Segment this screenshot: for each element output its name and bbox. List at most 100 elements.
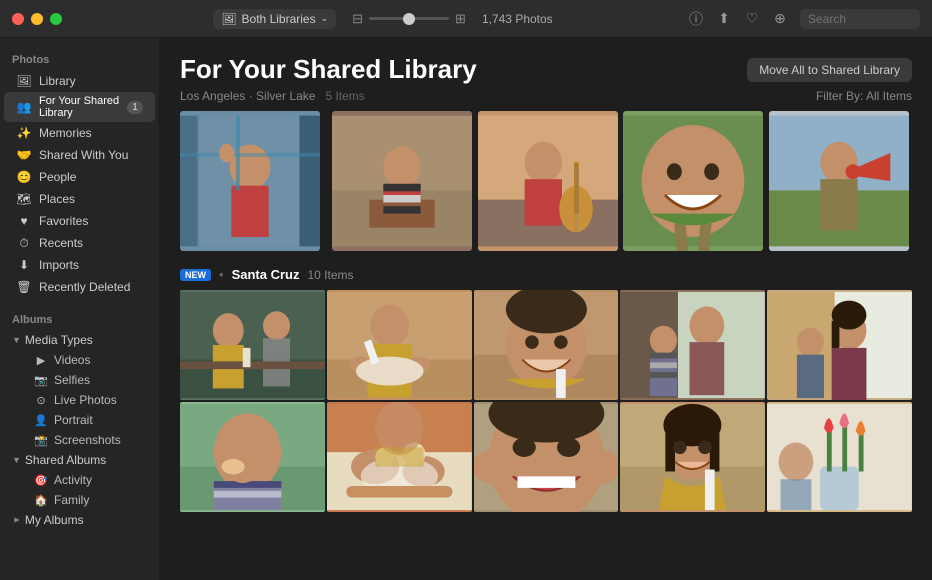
photo-la-5-image: [769, 111, 909, 251]
maximize-button[interactable]: [50, 13, 62, 25]
sidebar-item-memories[interactable]: ✨ Memories: [4, 122, 155, 144]
shared-with-you-icon: 🤝: [16, 147, 32, 163]
sidebar-item-videos[interactable]: ▶ Videos: [4, 350, 155, 370]
media-types-group-header[interactable]: ▼ Media Types: [4, 330, 155, 350]
sidebar-item-recently-deleted[interactable]: 🗑 Recently Deleted: [4, 276, 155, 298]
sidebar-item-shared-with-you[interactable]: 🤝 Shared With You: [4, 144, 155, 166]
live-photos-icon: ⊙: [34, 393, 48, 407]
la-item-count: 5 Items: [325, 89, 364, 103]
library-switcher-icon: 🖼: [221, 12, 236, 26]
photo-sc-1[interactable]: [180, 290, 325, 400]
photo-sc-7[interactable]: [327, 402, 472, 512]
library-switcher[interactable]: 🖼 Both Libraries ⌄: [213, 9, 336, 29]
sidebar-item-shared-label: For Your Shared Library: [39, 95, 127, 119]
photo-la-1[interactable]: [180, 111, 320, 251]
filter-button[interactable]: Filter By: All Items: [816, 89, 912, 103]
photo-sc-3[interactable]: [474, 290, 619, 400]
shared-albums-group-label: Shared Albums: [25, 453, 106, 467]
photo-sc-8-image: [474, 402, 619, 512]
photo-la-2[interactable]: [332, 111, 472, 251]
people-icon: 😊: [16, 169, 32, 185]
portrait-icon: 👤: [34, 413, 48, 427]
share-icon[interactable]: ⬆: [716, 11, 732, 27]
zoom-slider[interactable]: [369, 17, 449, 20]
sidebar-item-shared-library[interactable]: 👥 For Your Shared Library 1: [4, 92, 155, 122]
la-location-text: Los Angeles · Silver Lake: [180, 89, 315, 103]
sidebar-item-family-label: Family: [54, 493, 89, 507]
info-icon[interactable]: ⓘ: [688, 11, 704, 27]
library-switcher-label: Both Libraries: [242, 12, 316, 26]
sidebar-item-recents-label: Recents: [39, 236, 83, 250]
photo-sc-8[interactable]: [474, 402, 619, 512]
library-icon: 🖼: [16, 73, 32, 89]
photo-sc-5[interactable]: [767, 290, 912, 400]
sidebar-item-deleted-label: Recently Deleted: [39, 280, 130, 294]
media-types-group-label: Media Types: [25, 333, 93, 347]
sidebar-item-screenshots[interactable]: 📸 Screenshots: [4, 430, 155, 450]
sidebar-item-selfies-label: Selfies: [54, 373, 90, 387]
la-location: Los Angeles · Silver Lake 5 Items: [180, 89, 365, 103]
minimize-button[interactable]: [31, 13, 43, 25]
sidebar-item-places-label: Places: [39, 192, 75, 206]
photo-sc-10[interactable]: [767, 402, 912, 512]
santa-cruz-grid-top: [180, 290, 912, 400]
photo-sc-6[interactable]: [180, 402, 325, 512]
sidebar-item-activity[interactable]: 🎯 Activity: [4, 470, 155, 490]
sidebar-item-people-label: People: [39, 170, 76, 184]
shared-library-icon: 👥: [16, 99, 32, 115]
traffic-lights: [12, 13, 62, 25]
sidebar-item-family[interactable]: 🏠 Family: [4, 490, 155, 510]
recently-deleted-icon: 🗑: [16, 279, 32, 295]
my-albums-group-label: My Albums: [25, 513, 84, 527]
sidebar-item-portrait-label: Portrait: [54, 413, 93, 427]
shared-albums-group-header[interactable]: ▼ Shared Albums: [4, 450, 155, 470]
photo-la-4[interactable]: [623, 111, 763, 251]
favorites-icon: ♥: [16, 213, 32, 229]
memories-icon: ✨: [16, 125, 32, 141]
sidebar-item-library-label: Library: [39, 74, 76, 88]
sidebar-item-places[interactable]: 🗺 Places: [4, 188, 155, 210]
family-icon: 🏠: [34, 493, 48, 507]
photo-sc-2[interactable]: [327, 290, 472, 400]
new-badge: NEW: [180, 269, 211, 281]
chevron-down-shared-icon: ▼: [12, 455, 21, 465]
la-section-row: Los Angeles · Silver Lake 5 Items Filter…: [180, 89, 912, 103]
photo-la-5[interactable]: [769, 111, 909, 251]
zoom-out-icon[interactable]: ⊟: [352, 11, 363, 27]
photo-sc-4[interactable]: [620, 290, 765, 400]
sidebar-item-shared-you-label: Shared With You: [39, 148, 128, 162]
photo-sc-1-image: [180, 290, 325, 400]
content-area: For Your Shared Library Move All to Shar…: [160, 38, 932, 580]
sidebar-item-live-photos-label: Live Photos: [54, 393, 117, 407]
sidebar-item-live-photos[interactable]: ⊙ Live Photos: [4, 390, 155, 410]
chevron-down-icon: ⌄: [321, 13, 329, 24]
my-albums-group-header[interactable]: ▼ My Albums: [4, 510, 155, 530]
sidebar-item-favorites[interactable]: ♥ Favorites: [4, 210, 155, 232]
photo-la-3[interactable]: [478, 111, 618, 251]
screenshots-icon: 📸: [34, 433, 48, 447]
close-button[interactable]: [12, 13, 24, 25]
sidebar-item-recents[interactable]: ⏱ Recents: [4, 232, 155, 254]
heart-icon[interactable]: ♡: [744, 11, 760, 27]
photo-count: 1,743 Photos: [482, 12, 553, 26]
content-header: For Your Shared Library Move All to Shar…: [180, 54, 912, 85]
sidebar-item-imports-label: Imports: [39, 258, 79, 272]
search-input[interactable]: [800, 9, 920, 29]
recents-icon: ⏱: [16, 235, 32, 251]
sidebar-item-library[interactable]: 🖼 Library: [4, 70, 155, 92]
sidebar-item-people[interactable]: 😊 People: [4, 166, 155, 188]
sidebar-item-portrait[interactable]: 👤 Portrait: [4, 410, 155, 430]
sidebar-item-selfies[interactable]: 📷 Selfies: [4, 370, 155, 390]
santa-cruz-section: NEW • Santa Cruz 10 Items: [180, 267, 912, 512]
photo-sc-9[interactable]: [620, 402, 765, 512]
add-icon[interactable]: ⊕: [772, 11, 788, 27]
santa-cruz-title: Santa Cruz: [232, 267, 300, 282]
photos-section-label: Photos: [0, 46, 159, 70]
main-layout: Photos 🖼 Library 👥 For Your Shared Libra…: [0, 38, 932, 580]
zoom-thumb: [403, 13, 415, 25]
sidebar-item-imports[interactable]: ⬇ Imports: [4, 254, 155, 276]
zoom-in-icon[interactable]: ⊞: [455, 11, 466, 27]
move-all-button[interactable]: Move All to Shared Library: [747, 58, 912, 82]
sidebar-item-activity-label: Activity: [54, 473, 92, 487]
imports-icon: ⬇: [16, 257, 32, 273]
